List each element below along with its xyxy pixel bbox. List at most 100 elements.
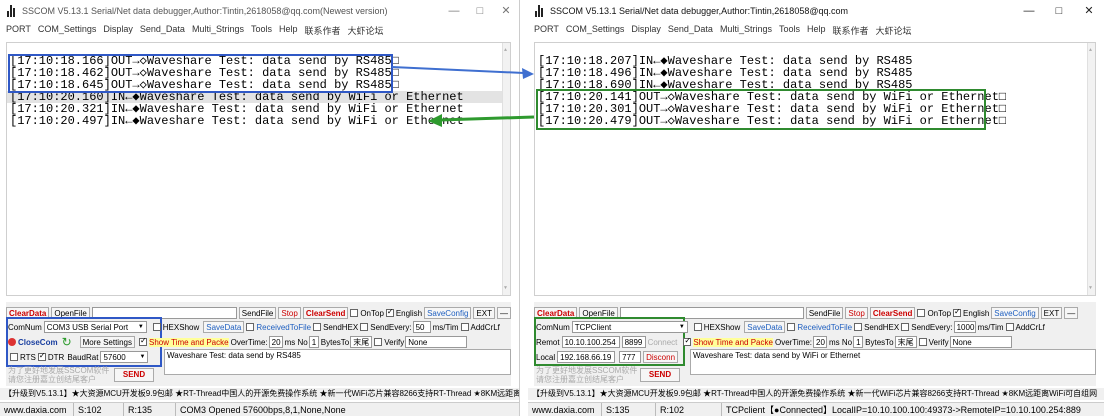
menu-display[interactable]: Display <box>631 24 661 40</box>
more-settings-button[interactable]: More Settings <box>79 336 135 348</box>
send-file-button[interactable]: SendFile <box>805 307 844 319</box>
status-website[interactable]: www.daxia.com <box>0 403 74 416</box>
show-time-checkbox[interactable] <box>138 336 147 346</box>
sendhex-checkbox[interactable] <box>313 323 322 331</box>
vertical-scrollbar[interactable] <box>1087 43 1095 295</box>
verify-select[interactable]: None <box>405 336 468 348</box>
verify-checkbox[interactable] <box>918 338 927 346</box>
connect-button[interactable]: Connect <box>648 338 678 347</box>
save-config-button[interactable]: SaveConfig <box>424 307 472 319</box>
menu-send-data[interactable]: Send_Data <box>140 24 185 40</box>
menu-help[interactable]: Help <box>807 24 826 40</box>
bytesto-select[interactable]: 末尾 <box>894 336 917 348</box>
sendevery-checkbox[interactable] <box>901 323 910 331</box>
com-port-select[interactable]: COM3 USB Serial Port ▼ <box>43 321 147 333</box>
ad-marquee[interactable]: 【升级到V5.13.1】★大资源MCU开发板9.9包邮 ★RT-Thread中国… <box>0 388 519 400</box>
ontop-checkbox[interactable] <box>917 309 926 317</box>
receive-area[interactable]: [17:10:18.207]IN←◆Waveshare Test: data s… <box>534 42 1096 296</box>
send-interval-input[interactable]: 50 <box>412 321 431 333</box>
control-panel: ClearData OpenFile SendFile Stop ClearSe… <box>6 302 511 386</box>
maximize-button[interactable]: □ <box>467 0 493 22</box>
local-ip-input[interactable]: 192.168.66.19 <box>557 351 616 363</box>
menu-tools[interactable]: Tools <box>779 24 800 40</box>
recv-to-file-checkbox[interactable] <box>787 323 796 331</box>
overtime-input[interactable]: 20 <box>268 336 283 348</box>
menu-contact-author[interactable]: 联系作者 <box>833 24 869 40</box>
send-interval-input[interactable]: 1000 <box>953 321 976 333</box>
maximize-button[interactable]: □ <box>1044 0 1074 22</box>
send-text-area[interactable]: Waveshare Test: data send by RS485 <box>164 349 511 375</box>
highlight-box-sent <box>536 89 986 130</box>
hexshow-checkbox[interactable] <box>693 323 702 331</box>
ms-no-label: ms No <box>284 337 308 347</box>
menu-com-settings[interactable]: COM_Settings <box>38 24 97 40</box>
packet-no-input[interactable]: 1 <box>853 336 864 348</box>
close-button[interactable]: ✕ <box>1074 0 1104 22</box>
menu-tools[interactable]: Tools <box>251 24 272 40</box>
menu-com-settings[interactable]: COM_Settings <box>566 24 625 40</box>
local-port-input[interactable]: 777 <box>619 351 642 363</box>
send-file-button[interactable]: SendFile <box>238 307 277 319</box>
clear-send-button[interactable]: ClearSend <box>302 307 349 319</box>
refresh-icon[interactable]: ↻ <box>62 335 72 349</box>
vertical-scrollbar[interactable] <box>502 43 510 295</box>
menu-multi-strings[interactable]: Multi_Strings <box>192 24 244 40</box>
minimize-button[interactable]: — <box>441 0 467 22</box>
title-bar[interactable]: SSCOM V5.13.1 Serial/Net data debugger,A… <box>0 0 519 22</box>
menu-forum[interactable]: 大虾论坛 <box>876 24 912 40</box>
protocol-select[interactable]: TCPClient ▼ <box>571 321 688 333</box>
stop-button[interactable]: Stop <box>845 307 868 319</box>
sendhex-checkbox[interactable] <box>854 323 863 331</box>
receive-area[interactable]: [17:10:18.166]OUT→◇Waveshare Test: data … <box>6 42 511 296</box>
verify-select[interactable]: None <box>949 336 1012 348</box>
save-data-button[interactable]: SaveData <box>744 321 786 333</box>
baud-value: 57600 <box>103 353 126 362</box>
remote-ip-input[interactable]: 10.10.100.254 <box>561 336 620 348</box>
save-config-button[interactable]: SaveConfig <box>991 307 1039 319</box>
ontop-checkbox[interactable] <box>350 309 359 317</box>
send-text-area[interactable]: Waveshare Test: data send by WiFi or Eth… <box>690 349 1096 375</box>
save-data-button[interactable]: SaveData <box>203 321 245 333</box>
remote-port-input[interactable]: 8899 <box>621 336 646 348</box>
rts-checkbox[interactable] <box>10 353 18 361</box>
close-com-button[interactable]: CloseCom <box>18 338 58 347</box>
menu-help[interactable]: Help <box>279 24 298 40</box>
packet-no-input[interactable]: 1 <box>308 336 319 348</box>
menu-multi-strings[interactable]: Multi_Strings <box>720 24 772 40</box>
english-checkbox[interactable] <box>953 307 962 317</box>
ad-marquee[interactable]: 【升级到V5.13.1】★大资源MCU开发板9.9包邮 ★RT-Thread中国… <box>528 388 1104 400</box>
addcrlf-checkbox[interactable] <box>460 323 469 331</box>
show-time-checkbox[interactable] <box>683 336 692 346</box>
menu-port[interactable]: PORT <box>6 24 31 40</box>
baud-select[interactable]: 57600 ▼ <box>100 351 149 363</box>
hexshow-checkbox[interactable] <box>152 323 161 331</box>
close-button[interactable]: ✕ <box>493 0 519 22</box>
clear-send-button[interactable]: ClearSend <box>869 307 916 319</box>
menu-display[interactable]: Display <box>103 24 133 40</box>
sendevery-checkbox[interactable] <box>360 323 369 331</box>
chevron-down-icon: ▼ <box>137 324 144 330</box>
ext-button[interactable]: EXT <box>1040 307 1063 319</box>
menu-forum[interactable]: 大虾论坛 <box>348 24 384 40</box>
english-checkbox[interactable] <box>385 307 394 317</box>
status-website[interactable]: www.daxia.com <box>528 403 602 416</box>
send-button[interactable]: SEND <box>114 368 154 382</box>
sendevery-label: SendEvery: <box>911 322 953 332</box>
verify-checkbox[interactable] <box>374 338 383 346</box>
bytesto-select[interactable]: 末尾 <box>350 336 373 348</box>
collapse-button[interactable]: — <box>1064 307 1079 319</box>
dtr-checkbox[interactable] <box>37 351 46 361</box>
send-button[interactable]: SEND <box>640 368 680 382</box>
minimize-button[interactable]: — <box>1014 0 1044 22</box>
addcrlf-checkbox[interactable] <box>1005 323 1014 331</box>
collapse-button[interactable]: — <box>496 307 511 319</box>
title-bar[interactable]: SSCOM V5.13.1 Serial/Net data debugger,A… <box>528 0 1104 22</box>
recv-to-file-checkbox[interactable] <box>246 323 255 331</box>
menu-contact-author[interactable]: 联系作者 <box>305 24 341 40</box>
menu-port[interactable]: PORT <box>534 24 559 40</box>
stop-button[interactable]: Stop <box>278 307 301 319</box>
disconnect-button[interactable]: Disconn <box>643 351 679 363</box>
overtime-input[interactable]: 20 <box>813 336 828 348</box>
ext-button[interactable]: EXT <box>473 307 495 319</box>
menu-send-data[interactable]: Send_Data <box>668 24 713 40</box>
